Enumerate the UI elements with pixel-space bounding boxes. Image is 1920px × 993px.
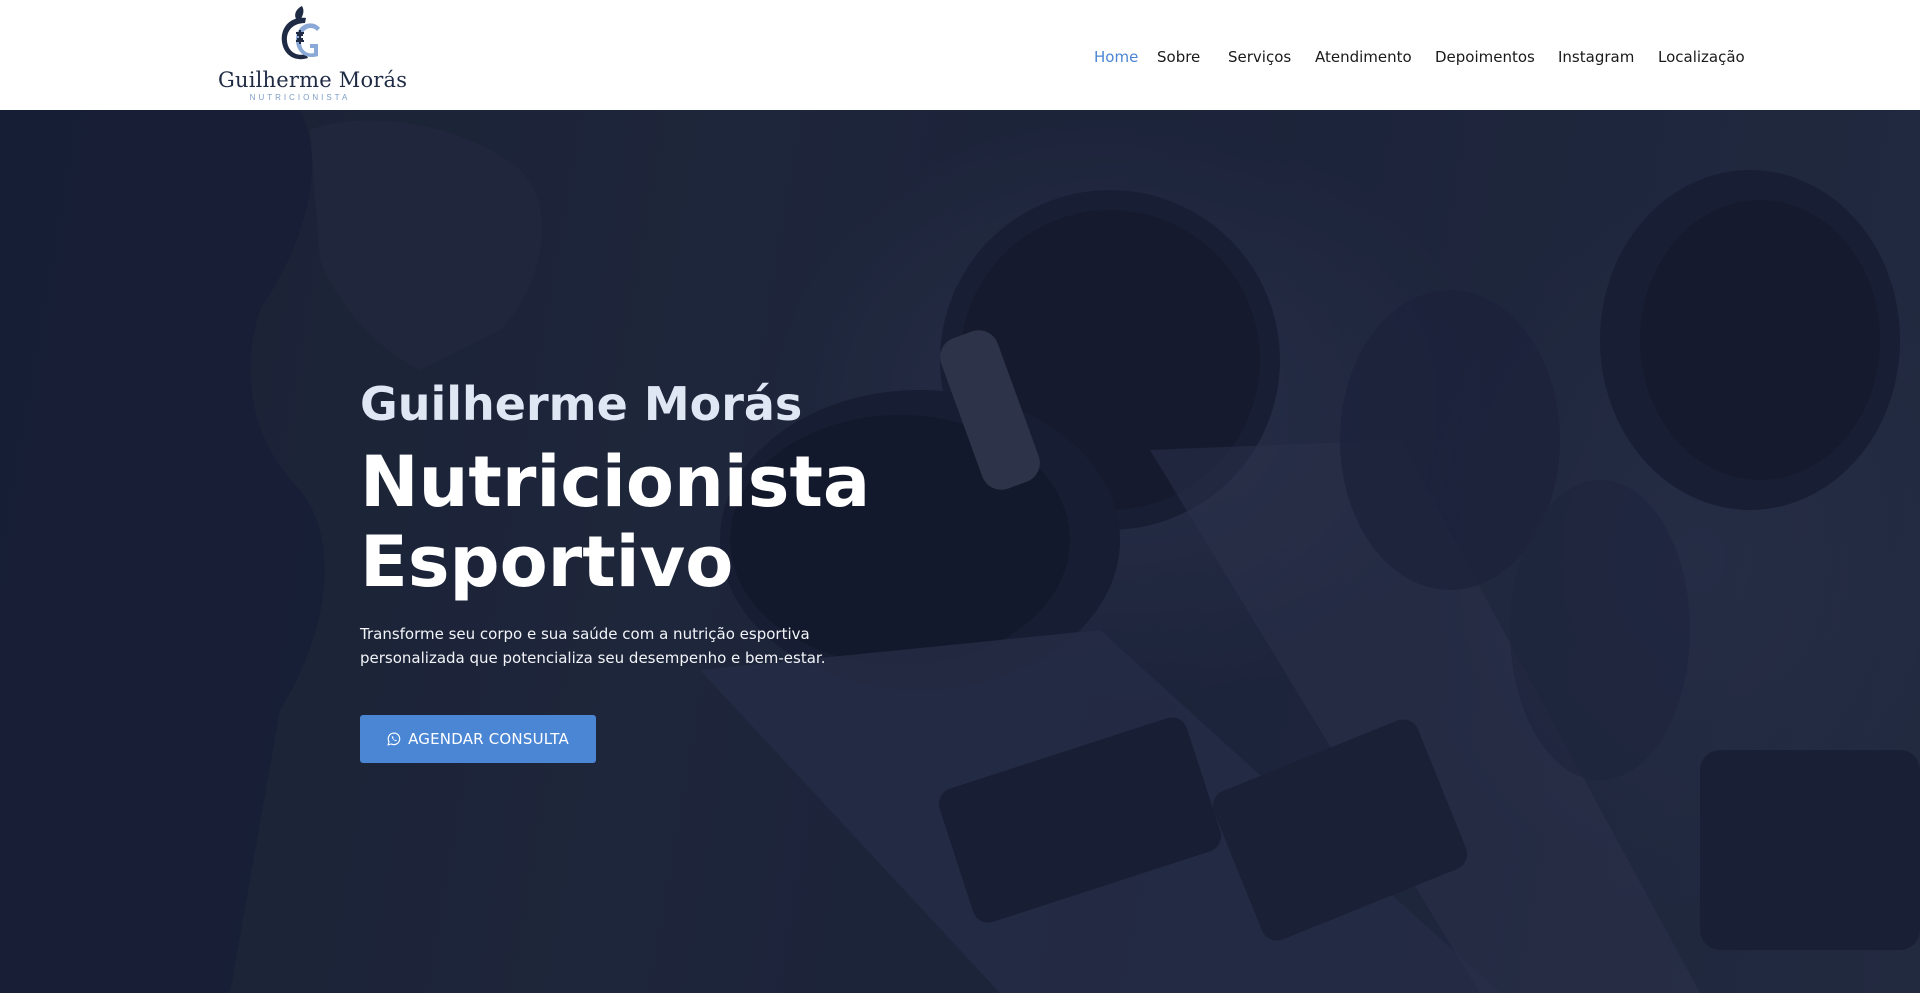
hero-title-line-1: Nutricionista	[360, 441, 871, 523]
nav-item-depoimentos[interactable]: Depoimentos	[1435, 47, 1535, 67]
schedule-consultation-button[interactable]: AGENDAR CONSULTA	[360, 715, 596, 763]
nav-item-home[interactable]: Home	[1094, 47, 1138, 67]
hero-name: Guilherme Morás	[360, 377, 803, 431]
apple-dumbbell-monogram-icon	[281, 6, 320, 60]
hero-section: Guilherme Morás Nutricionista Esportivo …	[0, 110, 1920, 993]
nav-item-atendimento[interactable]: Atendimento	[1315, 47, 1412, 67]
hero-title-line-2: Esportivo	[360, 521, 734, 603]
hero-title: Nutricionista Esportivo	[360, 442, 960, 602]
nav-item-instagram[interactable]: Instagram	[1558, 47, 1634, 67]
brand-subtitle: NUTRICIONISTA	[249, 93, 351, 102]
hero-description: Transforme seu corpo e sua saúde com a n…	[360, 625, 826, 667]
main-nav: Home Sobre Serviços Atendimento Depoimen…	[1080, 0, 1745, 110]
schedule-consultation-label: AGENDAR CONSULTA	[408, 730, 569, 748]
nav-item-sobre[interactable]: Sobre	[1157, 47, 1200, 67]
nav-item-servicos[interactable]: Serviços	[1228, 47, 1291, 67]
brand-logo[interactable]: Guilherme Morás NUTRICIONISTA	[218, 4, 408, 104]
hero-overlay	[0, 110, 1920, 993]
site-header: Guilherme Morás NUTRICIONISTA Home Sobre…	[0, 0, 1920, 110]
hero-content: Guilherme Morás Nutricionista Esportivo …	[360, 376, 960, 763]
nav-item-localizacao[interactable]: Localização	[1658, 47, 1745, 67]
brand-name: Guilherme Morás	[218, 68, 408, 92]
whatsapp-icon	[387, 732, 401, 746]
